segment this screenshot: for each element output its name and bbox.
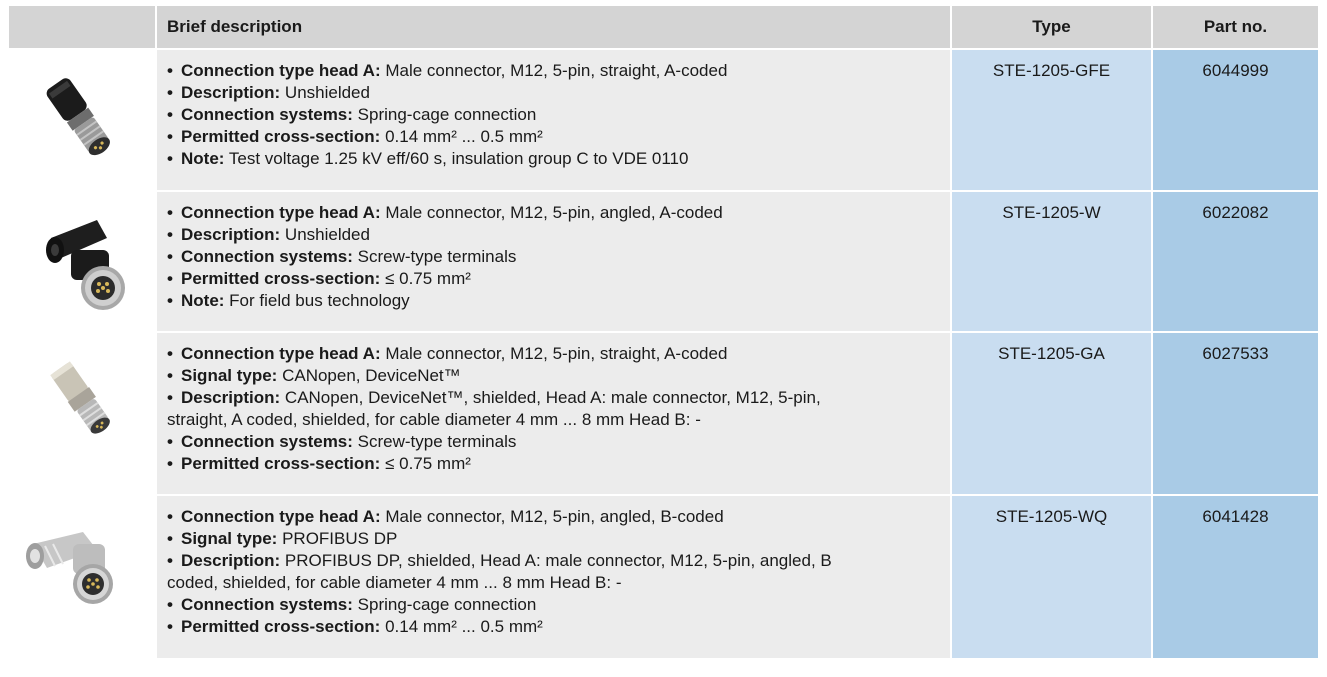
table-row: • Connection type head A: Male connector,… <box>0 50 1327 190</box>
straight-connector-metal-icon <box>50 361 110 434</box>
spec-line: • Connection type head A: Male connector,… <box>167 61 728 80</box>
spec-line: • Connection systems: Spring-cage connect… <box>167 105 537 124</box>
header-brief-description: Brief description <box>157 6 950 48</box>
spec-line: • Description: Unshielded <box>167 225 370 244</box>
table-row: • Connection type head A: Male connector,… <box>0 333 1327 494</box>
angled-connector-metal-icon <box>26 532 113 604</box>
spec-line: • Description: Unshielded <box>167 83 370 102</box>
type-cell: STE-1205-WQ <box>952 496 1151 658</box>
spec-line: • Connection type head A: Male connector,… <box>167 507 724 526</box>
spec-line: • Permitted cross-section: 0.14 mm² ... 0… <box>167 617 543 636</box>
part-no-cell: 6027533 <box>1153 333 1318 494</box>
part-no-cell: 6044999 <box>1153 50 1318 190</box>
product-image-cell <box>9 496 155 658</box>
spec-line: • Permitted cross-section: ≤ 0.75 mm² <box>167 454 471 473</box>
product-image-cell <box>9 192 155 331</box>
spec-line: • Note: For field bus technology <box>167 291 410 310</box>
spec-line: • Connection systems: Spring-cage connect… <box>167 595 537 614</box>
spec-line: • Note: Test voltage 1.25 kV eff/60 s, in… <box>167 149 689 168</box>
spec-line: • Permitted cross-section: 0.14 mm² ... 0… <box>167 127 543 146</box>
spec-line: • Signal type: CANopen, DeviceNet™ <box>167 366 461 385</box>
type-cell: STE-1205-W <box>952 192 1151 331</box>
spec-line: • Signal type: PROFIBUS DP <box>167 529 398 548</box>
table-header: Brief description Type Part no. <box>0 6 1327 48</box>
spec-line: • Connection systems: Screw-type terminal… <box>167 247 517 266</box>
brief-description-cell: • Connection type head A: Male connector,… <box>157 333 950 494</box>
spec-line-continuation: straight, A coded, shielded, for cable d… <box>167 410 701 429</box>
table-row: • Connection type head A: Male connector,… <box>0 496 1327 658</box>
spec-line: • Connection type head A: Male connector,… <box>167 344 728 363</box>
spec-line: • Description: PROFIBUS DP, shielded, Hea… <box>167 551 832 570</box>
brief-description-cell: • Connection type head A: Male connector,… <box>157 192 950 331</box>
straight-connector-black-icon <box>46 78 110 156</box>
brief-description-cell: • Connection type head A: Male connector,… <box>157 50 950 190</box>
header-type: Type <box>952 6 1151 48</box>
table-row: • Connection type head A: Male connector,… <box>0 192 1327 331</box>
product-image-cell <box>9 333 155 494</box>
spec-line: • Connection type head A: Male connector,… <box>167 203 723 222</box>
angled-connector-black-icon <box>46 220 125 310</box>
spec-line: • Connection systems: Screw-type terminal… <box>167 432 517 451</box>
spec-line: • Description: CANopen, DeviceNet™, shiel… <box>167 388 821 407</box>
part-no-cell: 6041428 <box>1153 496 1318 658</box>
type-cell: STE-1205-GFE <box>952 50 1151 190</box>
part-no-cell: 6022082 <box>1153 192 1318 331</box>
type-cell: STE-1205-GA <box>952 333 1151 494</box>
spec-line: • Permitted cross-section: ≤ 0.75 mm² <box>167 269 471 288</box>
product-image-cell <box>9 50 155 190</box>
spec-line-continuation: coded, shielded, for cable diameter 4 mm… <box>167 573 622 592</box>
header-part-no: Part no. <box>1153 6 1318 48</box>
brief-description-cell: • Connection type head A: Male connector,… <box>157 496 950 658</box>
header-image-cell <box>9 6 155 48</box>
